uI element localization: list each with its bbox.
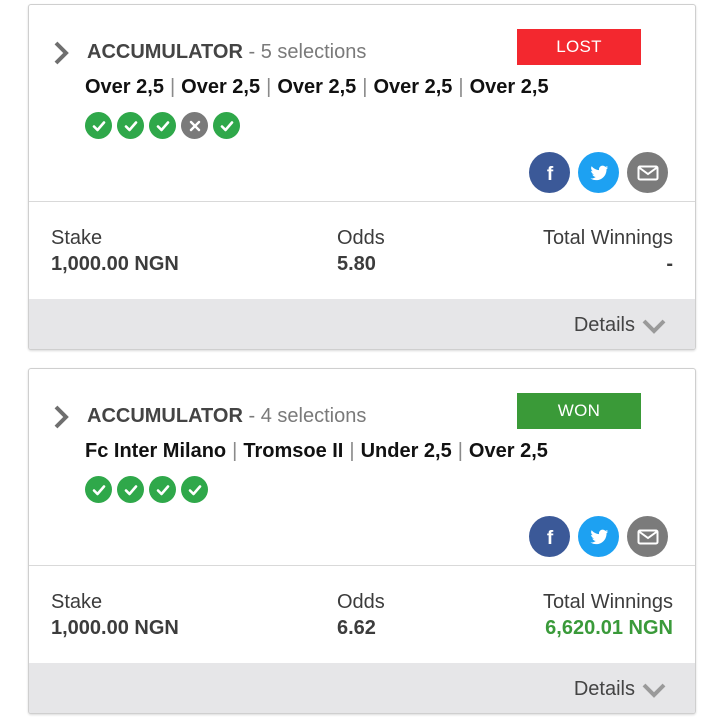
selection-item: Under 2,5 bbox=[360, 440, 452, 462]
bet-card: ACCUMULATOR - 5 selections LOST Over 2,5… bbox=[28, 4, 696, 350]
chevron-right-icon[interactable] bbox=[51, 39, 71, 67]
card-footer: Details bbox=[29, 299, 695, 349]
facebook-icon: f bbox=[546, 528, 553, 547]
share-buttons: f bbox=[529, 152, 668, 193]
title-separator: - bbox=[248, 41, 256, 63]
result-icons bbox=[85, 112, 240, 139]
selection-item: Tromsoe II bbox=[243, 440, 344, 462]
odds-label: Odds bbox=[337, 227, 385, 249]
bet-card: ACCUMULATOR - 4 selections WON Fc Inter … bbox=[28, 368, 696, 714]
selection-item: Over 2,5 bbox=[277, 76, 357, 98]
selection-divider: | bbox=[169, 76, 176, 98]
odds-value: 5.80 bbox=[337, 253, 376, 275]
check-icon bbox=[117, 476, 144, 503]
bet-type: ACCUMULATOR bbox=[87, 41, 243, 63]
twitter-icon bbox=[589, 529, 608, 544]
selection-item: Over 2,5 bbox=[469, 76, 549, 98]
twitter-share-button[interactable] bbox=[578, 516, 619, 557]
chevron-down-icon bbox=[642, 319, 666, 334]
email-share-button[interactable] bbox=[627, 152, 668, 193]
details-toggle[interactable]: Details bbox=[574, 678, 667, 701]
email-share-button[interactable] bbox=[627, 516, 668, 557]
facebook-share-button[interactable]: f bbox=[529, 516, 570, 557]
total-winnings-value: - bbox=[666, 253, 673, 275]
facebook-share-button[interactable]: f bbox=[529, 152, 570, 193]
odds-label: Odds bbox=[337, 591, 385, 613]
email-icon bbox=[637, 165, 658, 180]
selection-divider: | bbox=[458, 76, 464, 98]
total-winnings-label: Total Winnings bbox=[542, 591, 673, 613]
selection-divider: | bbox=[349, 440, 355, 462]
selection-list: Fc Inter Milano | Tromsoe II | Under 2,5 | Ove… bbox=[85, 440, 548, 463]
facebook-icon: f bbox=[546, 164, 553, 183]
check-icon bbox=[213, 112, 240, 139]
selection-divider: | bbox=[457, 440, 463, 462]
selection-item: Over 2,5 bbox=[468, 440, 548, 462]
details-toggle[interactable]: Details bbox=[574, 314, 667, 337]
status-badge: LOST bbox=[517, 29, 641, 65]
selection-item: Over 2,5 bbox=[181, 76, 261, 98]
details-label: Details bbox=[573, 678, 635, 700]
total-winnings-value: 6,620.01 NGN bbox=[545, 617, 673, 639]
title-separator: - bbox=[248, 405, 256, 427]
details-label: Details bbox=[573, 314, 635, 336]
check-icon bbox=[181, 476, 208, 503]
bet-title: ACCUMULATOR - 5 selections bbox=[87, 41, 366, 64]
x-icon bbox=[181, 112, 208, 139]
check-icon bbox=[117, 112, 144, 139]
svg-text:f: f bbox=[546, 164, 553, 183]
email-icon bbox=[637, 529, 658, 544]
card-footer: Details bbox=[29, 663, 695, 713]
chevron-down-icon bbox=[642, 683, 666, 698]
check-icon bbox=[149, 476, 176, 503]
selection-item: Fc Inter Milano bbox=[85, 440, 227, 462]
selection-divider: | bbox=[266, 76, 272, 98]
twitter-icon bbox=[589, 165, 608, 180]
selection-item: Over 2,5 bbox=[373, 76, 453, 98]
chevron-right-icon[interactable] bbox=[51, 403, 71, 431]
check-icon bbox=[85, 112, 112, 139]
odds-value: 6.62 bbox=[337, 617, 376, 639]
selection-divider: | bbox=[362, 76, 368, 98]
svg-text:f: f bbox=[546, 528, 553, 547]
stake-value: 1,000.00 NGN bbox=[51, 253, 179, 275]
selection-list: Over 2,5 | Over 2,5 | Over 2,5 | Over 2,5 | Over… bbox=[85, 76, 549, 99]
total-winnings-label: Total Winnings bbox=[542, 227, 673, 249]
selections-count: 5 selections bbox=[260, 41, 367, 63]
check-icon bbox=[85, 476, 112, 503]
stake-label: Stake bbox=[51, 591, 103, 613]
selection-item: Over 2,5 bbox=[85, 76, 164, 98]
stake-value: 1,000.00 NGN bbox=[51, 617, 179, 639]
check-icon bbox=[149, 112, 176, 139]
bet-type: ACCUMULATOR bbox=[87, 405, 243, 427]
bet-title: ACCUMULATOR - 4 selections bbox=[87, 405, 366, 428]
result-icons bbox=[85, 476, 208, 503]
stake-label: Stake bbox=[51, 227, 103, 249]
selections-count: 4 selections bbox=[260, 405, 367, 427]
status-badge: WON bbox=[517, 393, 641, 429]
section-divider bbox=[29, 201, 695, 202]
selection-divider: | bbox=[232, 440, 238, 462]
share-buttons: f bbox=[529, 516, 668, 557]
twitter-share-button[interactable] bbox=[578, 152, 619, 193]
section-divider bbox=[29, 565, 695, 566]
